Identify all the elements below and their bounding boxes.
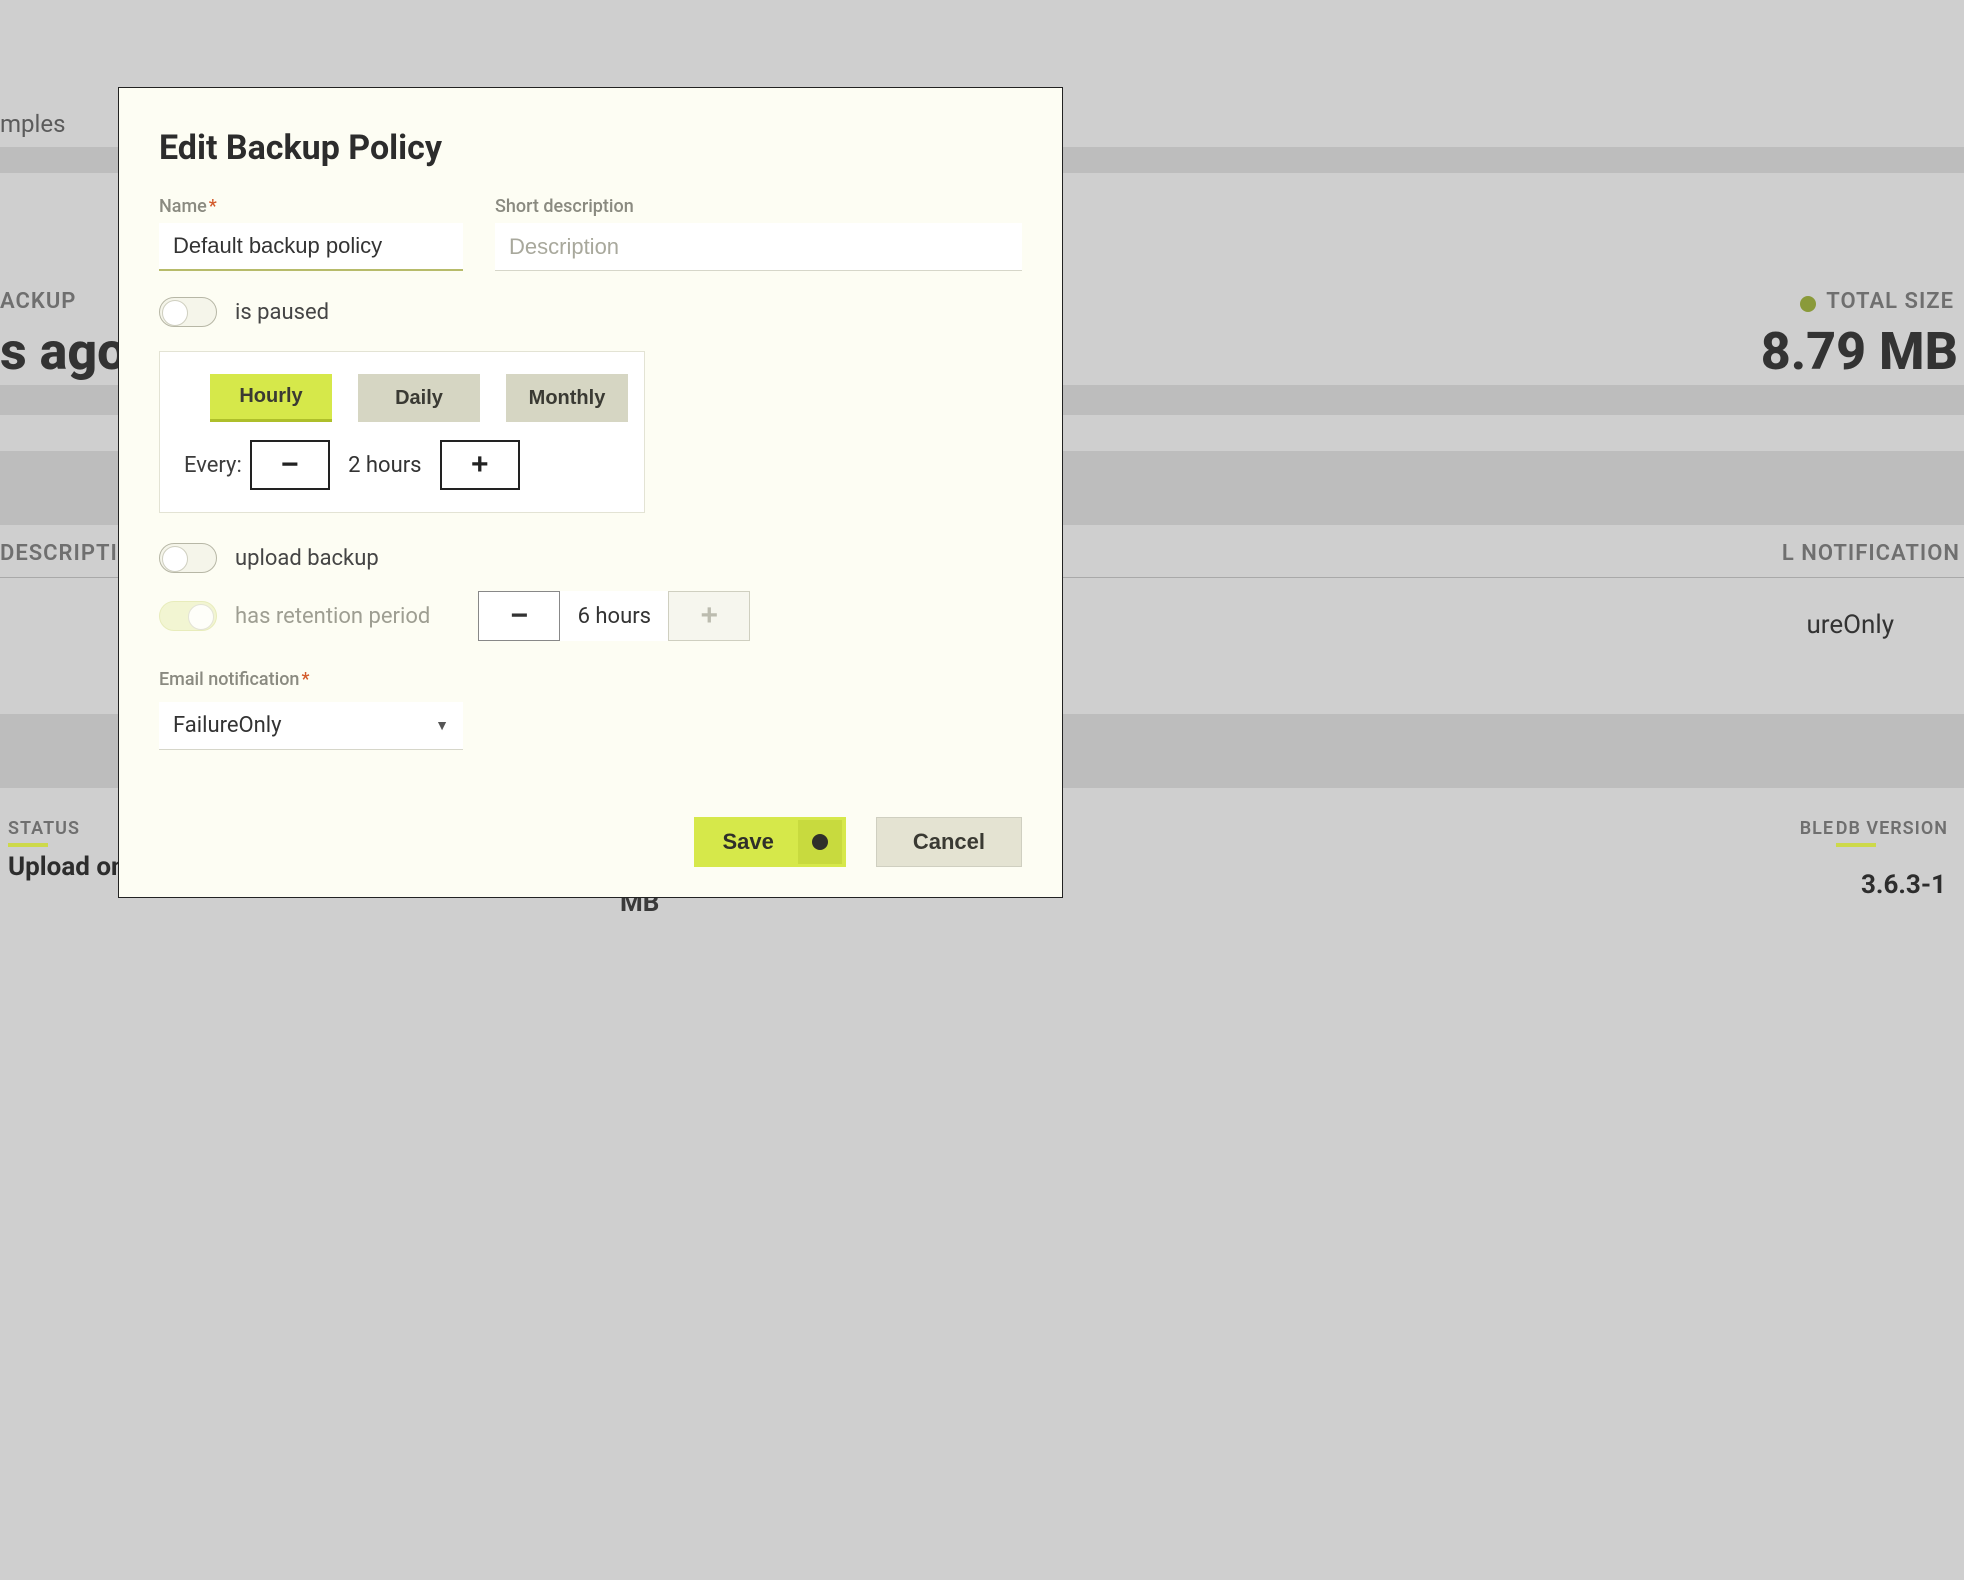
caret-down-icon: ▼ [435, 717, 449, 734]
cancel-button[interactable]: Cancel [876, 817, 1022, 867]
modal-title: Edit Backup Policy [159, 128, 1022, 168]
save-indicator-icon [798, 820, 842, 864]
notification-value-fragment: ureOnly [1806, 610, 1894, 640]
frequency-decrement-button[interactable]: − [250, 440, 330, 490]
minus-icon: − [511, 599, 529, 633]
short-description-label: Short description [495, 196, 1022, 217]
plus-icon: + [471, 448, 489, 482]
name-input[interactable] [159, 223, 463, 271]
plus-icon: + [701, 599, 719, 633]
retention-label: has retention period [235, 604, 430, 629]
short-description-input[interactable] [495, 223, 1022, 271]
last-backup-label-fragment: ACKUP [0, 289, 76, 314]
last-backup-value-fragment: s ago [0, 321, 126, 382]
upload-backup-label: upload backup [235, 546, 379, 571]
is-paused-label: is paused [235, 300, 329, 325]
is-paused-toggle[interactable] [159, 297, 217, 327]
breadcrumb-fragment: mples [0, 110, 65, 138]
frequency-card: Hourly Daily Monthly Every: − 2 hours + [159, 351, 645, 513]
edit-backup-policy-modal: Edit Backup Policy Name* Short descripti… [118, 87, 1063, 898]
total-size-label: TOTAL SIZE [1826, 289, 1954, 314]
db-version-label: DB VERSION [1836, 818, 1948, 839]
tab-monthly[interactable]: Monthly [506, 374, 628, 422]
ble-label-fragment: BLE [1800, 818, 1834, 839]
frequency-every-label: Every: [184, 453, 242, 478]
db-version-value: 3.6.3-1 [1861, 870, 1946, 900]
save-button[interactable]: Save [694, 817, 845, 867]
notification-label-fragment: L NOTIFICATION [1782, 541, 1960, 566]
email-notification-label: Email notification* [159, 669, 1022, 690]
frequency-value: 2 hours [330, 440, 440, 490]
email-notification-select[interactable]: FailureOnly ▼ [159, 702, 463, 750]
retention-value: 6 hours [560, 591, 668, 641]
retention-toggle[interactable] [159, 601, 217, 631]
tab-daily[interactable]: Daily [358, 374, 480, 422]
retention-decrement-button[interactable]: − [478, 591, 560, 641]
tab-hourly[interactable]: Hourly [210, 374, 332, 422]
status-label: STATUS [8, 818, 80, 839]
retention-increment-button[interactable]: + [668, 591, 750, 641]
total-size-value: 8.79 MB [1761, 321, 1958, 382]
email-notification-value: FailureOnly [173, 713, 282, 738]
frequency-increment-button[interactable]: + [440, 440, 520, 490]
name-label: Name* [159, 196, 463, 217]
minus-icon: − [281, 448, 299, 482]
upload-backup-toggle[interactable] [159, 543, 217, 573]
status-dot-icon [1800, 296, 1816, 312]
